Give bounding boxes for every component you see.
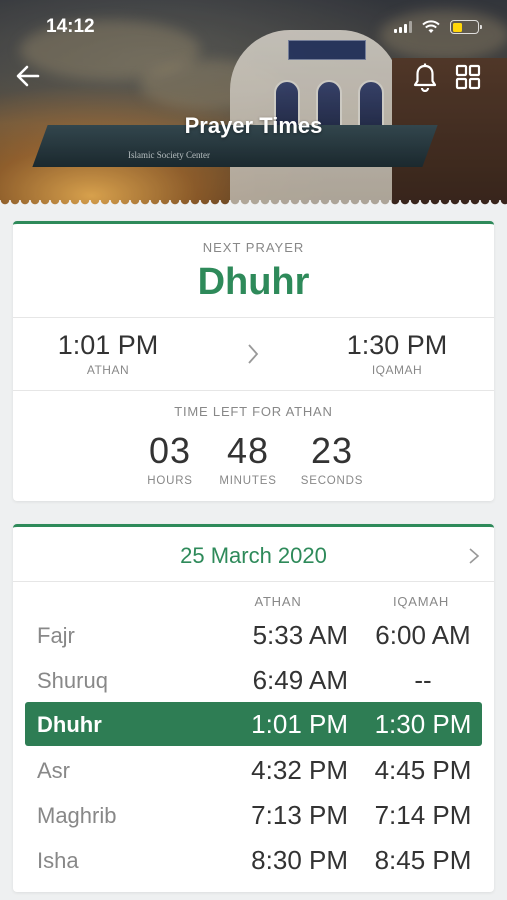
- athan-time: 8:30 PM: [251, 845, 348, 875]
- chevron-right-icon[interactable]: [468, 547, 480, 565]
- cellular-signal-icon: [394, 21, 412, 33]
- chevron-right-icon: [248, 344, 259, 364]
- prayer-name: Asr: [37, 758, 70, 783]
- athan-time: 4:32 PM: [251, 755, 348, 785]
- prayer-name: Dhuhr: [37, 712, 102, 737]
- athan-time: 5:33 AM: [252, 620, 348, 650]
- bell-icon[interactable]: [411, 62, 439, 92]
- countdown-minutes: 48 MINUTES: [203, 430, 293, 487]
- next-prayer-label: NEXT PRAYER: [202, 240, 305, 255]
- countdown-minutes-label: MINUTES: [219, 475, 277, 487]
- countdown-seconds-label: SECONDS: [300, 475, 364, 487]
- column-header-iqamah: IQAMAH: [392, 594, 450, 609]
- iqamah-time: 1:30 PM: [374, 709, 472, 739]
- athan-label: ATHAN: [86, 363, 130, 377]
- next-prayer-name: Dhuhr: [197, 261, 310, 303]
- schedule-date: 25 March 2020: [180, 543, 327, 568]
- countdown-hours-value: 03: [148, 430, 192, 471]
- countdown-seconds: 23 SECONDS: [287, 430, 377, 487]
- date-selector[interactable]: 25 March 2020: [13, 527, 494, 581]
- iqamah-time: --: [414, 665, 432, 695]
- prayer-row-dhuhr-highlighted: Dhuhr 1:01 PM 1:30 PM: [25, 702, 482, 746]
- countdown-hours-label: HOURS: [147, 475, 193, 487]
- iqamah-time: 7:14 PM: [374, 800, 472, 830]
- prayer-row-maghrib: Maghrib 7:13 PM 7:14 PM: [25, 793, 482, 837]
- status-bar: 14:12: [0, 0, 507, 56]
- time-left-label: TIME LEFT FOR ATHAN: [174, 404, 333, 419]
- next-prayer-card: NEXT PRAYER Dhuhr 1:01 PM ATHAN 1:30 PM …: [13, 221, 494, 501]
- prayer-name: Fajr: [37, 623, 75, 648]
- arrow-left-icon[interactable]: [14, 62, 42, 90]
- iqamah-time-block: 1:30 PM IQAMAH: [317, 330, 477, 377]
- prayer-row-isha: Isha 8:30 PM 8:45 PM: [25, 838, 482, 882]
- prayer-row-shuruq: Shuruq 6:49 AM --: [25, 658, 482, 702]
- battery-icon: [450, 20, 482, 34]
- prayer-name: Shuruq: [37, 668, 108, 693]
- prayer-schedule-card: 25 March 2020 ATHAN IQAMAH Fajr 5:33 AM …: [13, 524, 494, 892]
- iqamah-time: 8:45 PM: [374, 845, 472, 875]
- athan-time-block: 1:01 PM ATHAN: [28, 330, 188, 377]
- athan-time: 1:01 PM: [251, 709, 348, 739]
- athan-time: 1:01 PM: [57, 330, 159, 360]
- prayer-row-fajr: Fajr 5:33 AM 6:00 AM: [25, 613, 482, 657]
- iqamah-time: 4:45 PM: [374, 755, 472, 785]
- iqamah-time: 1:30 PM: [346, 330, 448, 360]
- countdown-minutes-value: 48: [226, 430, 270, 471]
- prayer-row-asr: Asr 4:32 PM 4:45 PM: [25, 748, 482, 792]
- page-title: Prayer Times: [184, 113, 323, 138]
- prayer-name: Isha: [37, 848, 79, 873]
- iqamah-time: 6:00 AM: [375, 620, 471, 650]
- iqamah-label: IQAMAH: [371, 363, 423, 377]
- scalloped-edge: [0, 200, 507, 212]
- countdown-seconds-value: 23: [310, 430, 354, 471]
- column-header-athan: ATHAN: [254, 594, 302, 609]
- grid-icon[interactable]: [455, 64, 481, 90]
- athan-time: 6:49 AM: [252, 665, 348, 695]
- prayer-name: Maghrib: [37, 803, 117, 828]
- countdown-hours: 03 HOURS: [125, 430, 215, 487]
- wifi-icon: [422, 20, 440, 33]
- status-time: 14:12: [46, 16, 95, 37]
- athan-time: 7:13 PM: [251, 800, 348, 830]
